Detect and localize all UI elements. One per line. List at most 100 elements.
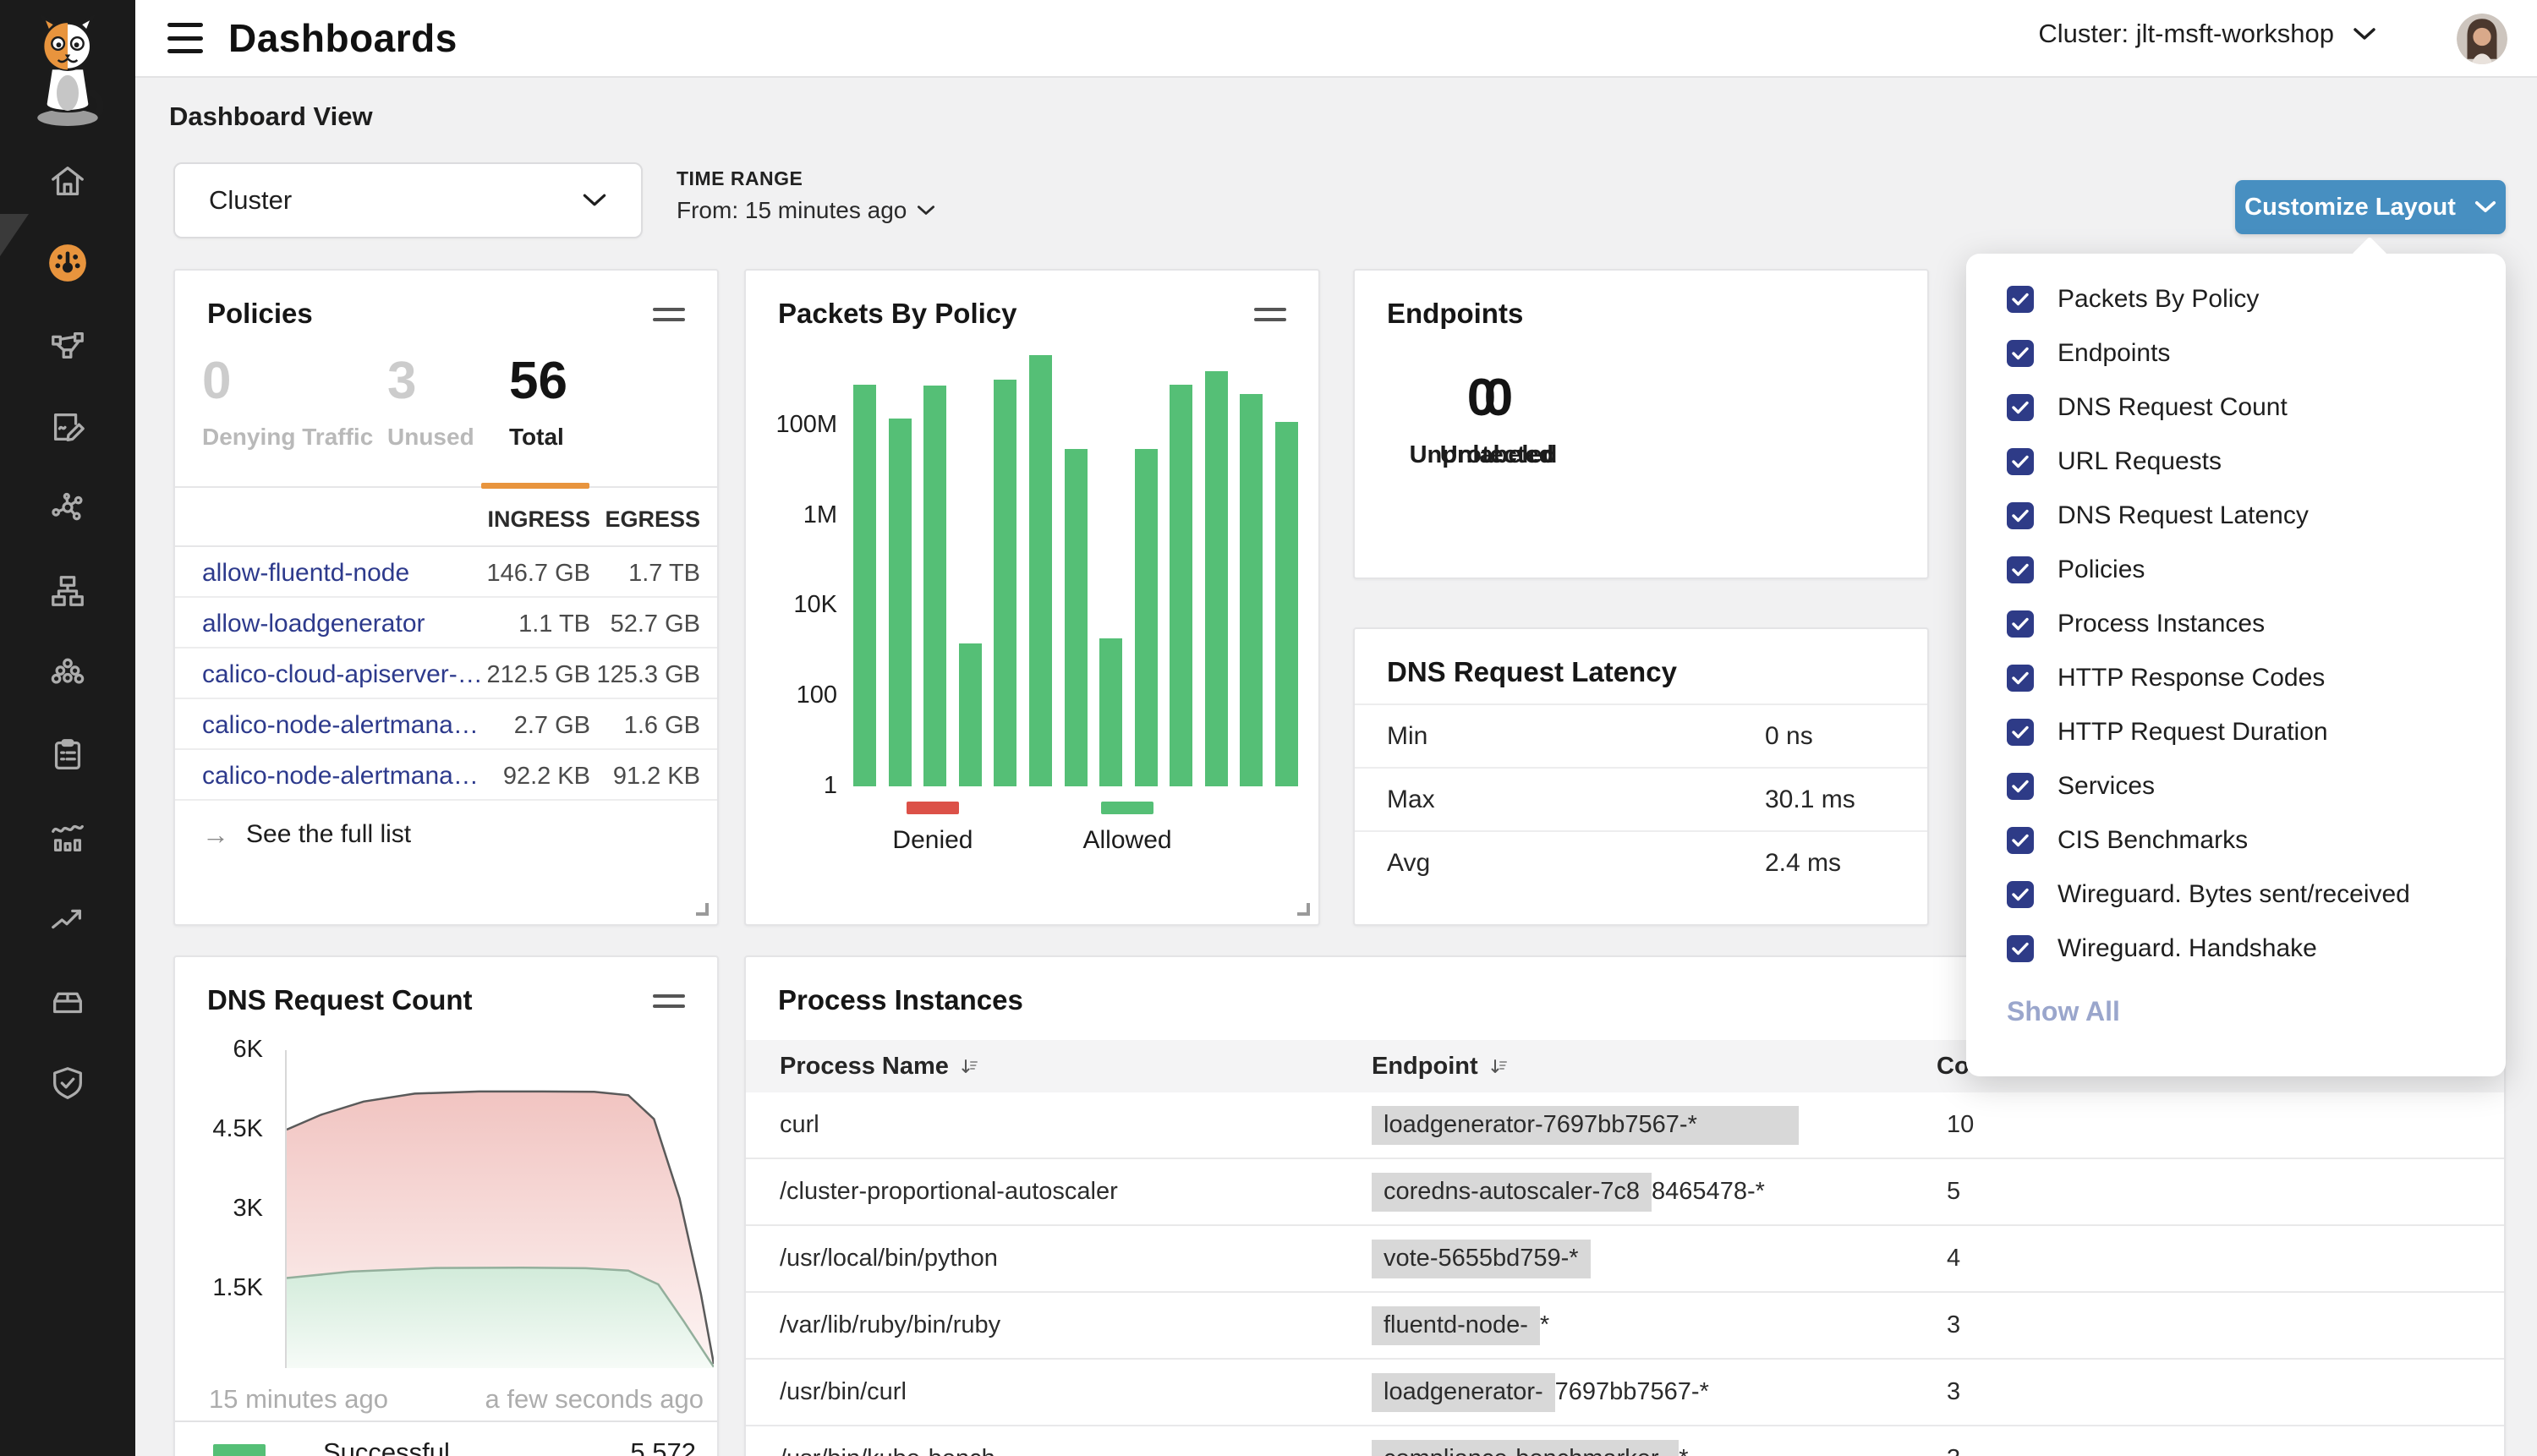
process-row[interactable]: /usr/bin/curl loadgenerator-7697bb7567-*… bbox=[746, 1360, 2504, 1426]
count-cell: 3 bbox=[1947, 1445, 1960, 1456]
drag-handle-icon[interactable] bbox=[1254, 308, 1286, 328]
time-range-value[interactable]: From: 15 minutes ago bbox=[677, 197, 935, 224]
dashboard-view-select[interactable]: Cluster bbox=[173, 162, 643, 238]
endpoint-cell: vote-5655bd759-* bbox=[1372, 1245, 1591, 1273]
checkbox-checked-icon[interactable] bbox=[2007, 340, 2034, 367]
count-cell: 10 bbox=[1947, 1111, 1974, 1139]
service-graph-icon bbox=[48, 326, 87, 364]
menu-checkbox-item[interactable]: Packets By Policy bbox=[1966, 272, 2506, 326]
menu-checkbox-item[interactable]: HTTP Request Duration bbox=[1966, 705, 2506, 759]
process-row[interactable]: curl loadgenerator-7697bb7567-* 10 bbox=[746, 1092, 2504, 1159]
menu-checkbox-item[interactable]: DNS Request Count bbox=[1966, 380, 2506, 435]
checkbox-checked-icon[interactable] bbox=[2007, 719, 2034, 746]
user-avatar[interactable] bbox=[2457, 14, 2507, 64]
legend-label: Allowed bbox=[1083, 826, 1172, 855]
sidebar-item-compliance[interactable] bbox=[0, 714, 135, 796]
y-tick-label: 100M bbox=[775, 411, 837, 439]
process-row[interactable]: /cluster-proportional-autoscaler coredns… bbox=[746, 1159, 2504, 1226]
latency-metric-value: 30.1 ms bbox=[1765, 785, 1855, 814]
see-full-list-link[interactable]: → See the full list bbox=[175, 801, 717, 868]
checkbox-checked-icon[interactable] bbox=[2007, 556, 2034, 583]
menu-item-label: CIS Benchmarks bbox=[2058, 826, 2248, 855]
checkbox-checked-icon[interactable] bbox=[2007, 502, 2034, 529]
menu-checkbox-item[interactable]: DNS Request Latency bbox=[1966, 489, 2506, 543]
sidebar-item-image-assurance[interactable] bbox=[0, 960, 135, 1042]
endpoints-cluster-icon bbox=[48, 654, 87, 692]
checkbox-checked-icon[interactable] bbox=[2007, 881, 2034, 908]
checkbox-checked-icon[interactable] bbox=[2007, 610, 2034, 638]
sidebar-item-home[interactable] bbox=[0, 140, 135, 222]
process-row[interactable]: /usr/local/bin/python vote-5655bd759-* 4 bbox=[746, 1226, 2504, 1293]
policy-row: allow-fluentd-node 146.7 GB 1.7 TB bbox=[175, 547, 717, 598]
endpoint-cell: coredns-autoscaler-7c88465478-* bbox=[1372, 1178, 1765, 1206]
policy-name-link[interactable]: calico-cloud-apiserver-… bbox=[202, 660, 483, 689]
menu-checkbox-item[interactable]: Endpoints bbox=[1966, 326, 2506, 380]
policy-ingress-value: 212.5 GB bbox=[486, 661, 590, 689]
process-name-cell: /cluster-proportional-autoscaler bbox=[780, 1178, 1118, 1206]
policy-egress-value: 1.7 TB bbox=[628, 560, 700, 588]
security-shield-icon bbox=[48, 1064, 87, 1103]
checkbox-checked-icon[interactable] bbox=[2007, 448, 2034, 475]
process-name-cell: /var/lib/ruby/bin/ruby bbox=[780, 1311, 1000, 1339]
menu-checkbox-item[interactable]: Wireguard. Handshake bbox=[1966, 922, 2506, 976]
top-header: Dashboards Cluster: jlt-msft-workshop bbox=[135, 0, 2537, 78]
count-cell: 3 bbox=[1947, 1378, 1960, 1406]
bar-allowed bbox=[1065, 449, 1088, 786]
menu-checkbox-item[interactable]: Services bbox=[1966, 759, 2506, 813]
sidebar-item-endpoints[interactable] bbox=[0, 632, 135, 714]
network-nodes-icon bbox=[48, 490, 87, 528]
sidebar-item-dashboards[interactable] bbox=[0, 222, 135, 304]
checkbox-checked-icon[interactable] bbox=[2007, 394, 2034, 421]
drag-handle-icon[interactable] bbox=[653, 308, 685, 328]
sidebar-item-network-sets[interactable] bbox=[0, 550, 135, 632]
policies-stat[interactable]: 3 Unused bbox=[387, 351, 474, 451]
card-resize-handle[interactable] bbox=[1297, 903, 1310, 916]
process-row[interactable]: /var/lib/ruby/bin/ruby fluentd-node-* 3 bbox=[746, 1293, 2504, 1360]
process-name-cell: /usr/bin/kube-bench bbox=[780, 1445, 995, 1456]
menu-checkbox-item[interactable]: URL Requests bbox=[1966, 435, 2506, 489]
policy-name-link[interactable]: calico-node-alertmana… bbox=[202, 762, 479, 791]
endpoint-column-header[interactable]: Endpoint bbox=[1372, 1053, 1509, 1081]
cluster-selector[interactable]: Cluster: jlt-msft-workshop bbox=[2038, 19, 2376, 49]
sort-icon bbox=[959, 1057, 979, 1077]
policies-stat[interactable]: 56 Total bbox=[509, 351, 567, 451]
policy-name-link[interactable]: allow-fluentd-node bbox=[202, 559, 409, 588]
endpoint-cell: fluentd-node-* bbox=[1372, 1311, 1549, 1339]
stat-value: 3 bbox=[387, 351, 474, 412]
legend-value: 5,572 bbox=[630, 1437, 696, 1456]
hamburger-menu-icon[interactable] bbox=[167, 23, 203, 53]
policy-name-link[interactable]: allow-loadgenerator bbox=[202, 610, 425, 638]
process-row[interactable]: /usr/bin/kube-bench compliance-benchmark… bbox=[746, 1426, 2504, 1456]
drag-handle-icon[interactable] bbox=[653, 994, 685, 1015]
bar-allowed bbox=[1205, 371, 1228, 787]
checkbox-checked-icon[interactable] bbox=[2007, 773, 2034, 800]
sidebar-item-service-graph[interactable] bbox=[0, 304, 135, 386]
menu-checkbox-item[interactable]: Process Instances bbox=[1966, 597, 2506, 651]
menu-checkbox-item[interactable]: Wireguard. Bytes sent/received bbox=[1966, 868, 2506, 922]
card-resize-handle[interactable] bbox=[696, 903, 709, 916]
policies-card: Policies 0 Denying Traffic 3 Unused 56 T… bbox=[173, 269, 719, 926]
sidebar-item-threat-defense[interactable] bbox=[0, 1042, 135, 1124]
sidebar-item-nodes[interactable] bbox=[0, 468, 135, 550]
policy-name-link[interactable]: calico-node-alertmana… bbox=[202, 711, 479, 740]
policy-ingress-value: 2.7 GB bbox=[514, 712, 590, 740]
sidebar-item-logs[interactable] bbox=[0, 796, 135, 878]
menu-checkbox-item[interactable]: CIS Benchmarks bbox=[1966, 813, 2506, 868]
checkbox-checked-icon[interactable] bbox=[2007, 665, 2034, 692]
checkbox-checked-icon[interactable] bbox=[2007, 935, 2034, 962]
time-range-label: TIME RANGE bbox=[677, 167, 935, 190]
process-name-column-header[interactable]: Process Name bbox=[780, 1053, 979, 1081]
sidebar-item-trends[interactable] bbox=[0, 878, 135, 960]
sidebar-item-policies[interactable] bbox=[0, 386, 135, 468]
checkbox-checked-icon[interactable] bbox=[2007, 827, 2034, 854]
show-all-link[interactable]: Show All bbox=[1966, 984, 2506, 1038]
checkbox-checked-icon[interactable] bbox=[2007, 286, 2034, 313]
menu-checkbox-item[interactable]: Policies bbox=[1966, 543, 2506, 597]
policies-stat[interactable]: 0 Denying Traffic bbox=[202, 351, 373, 451]
ingress-column-header: INGRESS bbox=[487, 506, 590, 533]
menu-checkbox-item[interactable]: HTTP Response Codes bbox=[1966, 651, 2506, 705]
customize-layout-button[interactable]: Customize Layout bbox=[2235, 180, 2506, 234]
avatar-photo bbox=[2457, 14, 2507, 64]
bar-allowed bbox=[853, 385, 876, 786]
endpoint-rest: * bbox=[1540, 1311, 1549, 1338]
